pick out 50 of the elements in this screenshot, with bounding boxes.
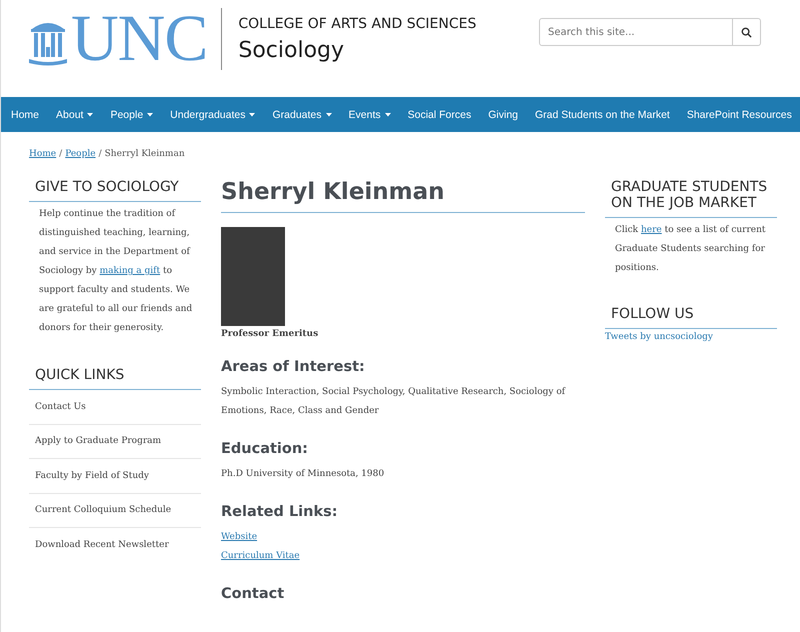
sidebar-heading: QUICK LINKS bbox=[29, 367, 201, 390]
profile-title: Professor Emeritus bbox=[221, 329, 320, 339]
breadcrumb-link[interactable]: People bbox=[65, 149, 96, 159]
section-heading: Areas of Interest: bbox=[221, 359, 366, 375]
quick-link[interactable]: Current Colloquium Schedule bbox=[29, 505, 172, 516]
gift-link[interactable]: making a gift bbox=[100, 266, 160, 276]
search-field[interactable]: Search this site... bbox=[539, 18, 733, 46]
breadcrumb-current: Sherryl Kleinman bbox=[104, 149, 185, 159]
nav-menu-item[interactable]: About bbox=[56, 108, 94, 120]
here-link[interactable]: here bbox=[641, 225, 662, 236]
profile-name: Sherryl Kleinman bbox=[221, 179, 585, 213]
section-heading: Contact bbox=[221, 586, 286, 602]
related-link[interactable]: Website bbox=[221, 528, 258, 547]
department-name[interactable]: Sociology bbox=[238, 38, 476, 62]
quick-link[interactable]: Contact Us bbox=[29, 402, 86, 412]
job-market-paragraph: Click here to see a list of current Graduate Students searching for positions. bbox=[614, 224, 767, 276]
search-button[interactable] bbox=[733, 18, 761, 46]
quick-link[interactable]: Apply to Graduate Program bbox=[29, 436, 162, 446]
sidebar-heading: FOLLOW US bbox=[605, 306, 777, 330]
nav-menu-item[interactable]: SharePoint Resources bbox=[686, 108, 792, 120]
quick-link[interactable]: Faculty by Field of Study bbox=[29, 470, 149, 481]
college-name: COLLEGE OF ARTS AND SCIENCES bbox=[238, 16, 476, 32]
caret-icon bbox=[384, 112, 391, 116]
breadcrumb-separator: / bbox=[98, 149, 102, 159]
caret-icon bbox=[147, 112, 154, 116]
search-icon bbox=[741, 26, 752, 38]
section-text: Ph.D University of Minnesota, 1980 bbox=[221, 468, 386, 481]
nav-menu-item[interactable]: Giving bbox=[488, 108, 518, 120]
sidebar-heading: GRADUATE STUDENTS ON THE JOB MARKET bbox=[605, 179, 777, 218]
related-link[interactable]: Curriculum Vitae bbox=[221, 547, 300, 566]
breadcrumb-link[interactable]: Home bbox=[29, 149, 56, 159]
sidebar-heading: GIVE TO SOCIOLOGY bbox=[29, 179, 201, 202]
section-text: Symbolic Interaction, Social Psychology, Qualitative Research, Sociology of Emotions, Race, Class and Gender bbox=[221, 386, 567, 418]
nav-menu-item[interactable]: Social Forces bbox=[408, 108, 472, 120]
breadcrumb-separator: / bbox=[59, 149, 62, 159]
section-heading: Related Links: bbox=[221, 504, 339, 520]
nav-menu-item[interactable]: People bbox=[110, 108, 154, 120]
quick-link[interactable]: Download Recent Newsletter bbox=[29, 540, 169, 550]
caret-icon bbox=[249, 112, 256, 116]
give-paragraph: Help continue the tradition of distinguished teaching, learning, and service in the Department of Sociology by making a gift to support faculty and students. We are grateful to all our friends and donors for their generosity. bbox=[38, 208, 194, 336]
nav-menu-item[interactable]: Grad Students on the Market bbox=[535, 108, 670, 120]
nav-menu-item[interactable]: Graduates bbox=[272, 108, 332, 120]
nav-menu-item[interactable]: Home bbox=[11, 108, 40, 120]
caret-icon bbox=[326, 112, 332, 116]
nav-menu-item[interactable]: Events bbox=[348, 108, 391, 120]
tweets-link[interactable]: Tweets by uncsociology bbox=[605, 332, 777, 342]
unc-logo-text[interactable]: UNC bbox=[71, 9, 208, 69]
caret-icon bbox=[87, 112, 94, 116]
section-heading: Education: bbox=[221, 441, 309, 457]
nav-menu-item[interactable]: Undergraduates bbox=[170, 108, 256, 120]
